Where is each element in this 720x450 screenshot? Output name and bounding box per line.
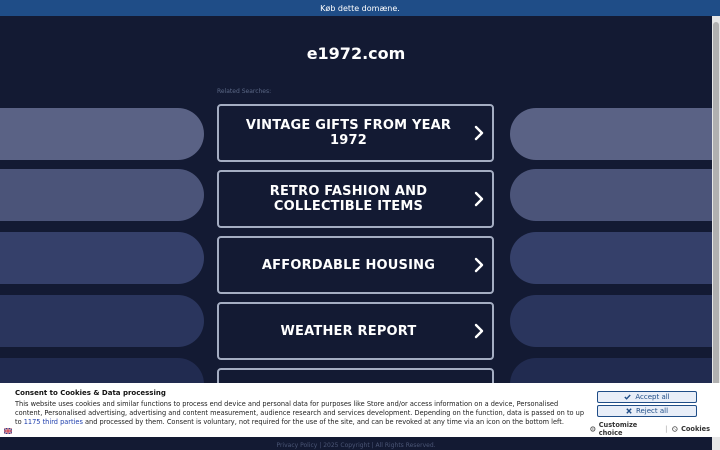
related-link-label: AFFORDABLE HOUSING xyxy=(261,257,436,273)
close-icon xyxy=(626,408,632,414)
related-link-retro-fashion[interactable]: RETRO FASHION AND COLLECTIBLE ITEMS xyxy=(217,170,494,228)
related-searches-label: Related Searches: xyxy=(217,88,272,95)
scrollbar-thumb[interactable] xyxy=(713,22,719,390)
reject-all-button[interactable]: Reject all xyxy=(597,405,697,417)
related-link-weather-report[interactable]: WEATHER REPORT xyxy=(217,302,494,360)
buy-domain-banner[interactable]: Køb dette domæne. xyxy=(0,0,720,16)
decorative-pill xyxy=(510,295,712,347)
accept-all-button[interactable]: Accept all xyxy=(597,391,697,403)
buy-domain-text[interactable]: Køb dette domæne. xyxy=(320,4,400,13)
related-link-label: WEATHER REPORT xyxy=(280,323,417,339)
chevron-right-icon xyxy=(466,125,492,141)
reject-all-label: Reject all xyxy=(635,407,669,415)
cookie-text: This website uses cookies and similar fu… xyxy=(15,400,585,427)
chevron-right-icon xyxy=(466,191,492,207)
decorative-pill xyxy=(0,108,204,160)
customize-choice-link[interactable]: Customize choice xyxy=(599,421,660,437)
domain-title: e1972.com xyxy=(306,44,406,63)
accept-all-label: Accept all xyxy=(635,393,670,401)
privacy-policy-link[interactable]: Privacy Policy xyxy=(276,442,317,449)
related-link-affordable-housing[interactable]: AFFORDABLE HOUSING xyxy=(217,236,494,294)
decorative-pill xyxy=(510,108,712,160)
gear-icon xyxy=(590,426,596,432)
related-link-vintage-gifts[interactable]: VINTAGE GIFTS FROM YEAR 1972 xyxy=(217,104,494,162)
check-icon xyxy=(624,394,632,400)
cookie-text-part2: and processed by them. Consent is volunt… xyxy=(82,418,564,426)
related-link-label: RETRO FASHION AND COLLECTIBLE ITEMS xyxy=(269,184,428,214)
decorative-pill xyxy=(510,232,712,284)
cookie-secondary-links: Customize choice | Cookies xyxy=(590,421,710,437)
decorative-pill xyxy=(0,295,204,347)
chevron-right-icon xyxy=(466,323,492,339)
copyright-text: 2025 Copyright | All Rights Reserved. xyxy=(323,442,436,449)
cookie-title: Consent to Cookies & Data processing xyxy=(15,389,166,397)
third-parties-link[interactable]: 1175 third parties xyxy=(24,418,83,426)
related-link-label: VINTAGE GIFTS FROM YEAR 1972 xyxy=(245,118,452,148)
decorative-pill xyxy=(0,232,204,284)
cookie-consent-banner: Consent to Cookies & Data processing Thi… xyxy=(0,383,720,437)
decorative-pill xyxy=(510,169,712,221)
uk-flag-icon[interactable] xyxy=(4,428,12,434)
links-separator: | xyxy=(665,425,668,433)
cookie-icon xyxy=(672,426,678,432)
footer: Privacy Policy | 2025 Copyright | All Ri… xyxy=(0,442,712,449)
cookies-link[interactable]: Cookies xyxy=(681,425,710,433)
chevron-right-icon xyxy=(466,257,492,273)
decorative-pill xyxy=(0,169,204,221)
